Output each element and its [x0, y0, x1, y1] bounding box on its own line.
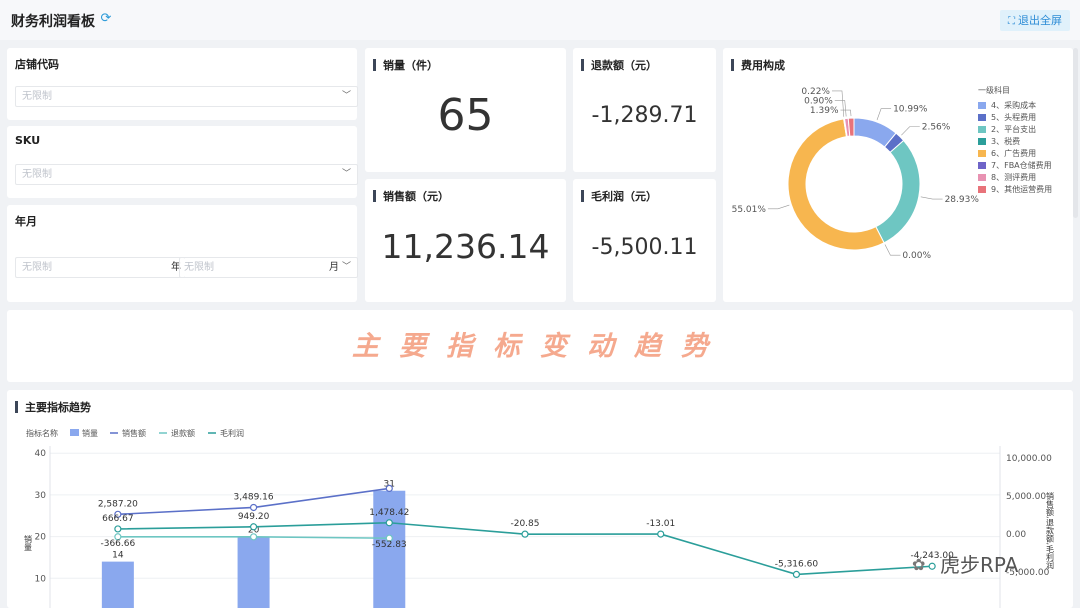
legend-label: 6、广告费用	[991, 149, 1037, 158]
sku-select[interactable]: 无限制 ﹀	[15, 164, 358, 185]
year-select[interactable]: 无限制 年	[15, 257, 185, 278]
kpi-gross-profit-value: -5,500.11	[591, 235, 698, 260]
chevron-down-icon: ﹀	[341, 169, 351, 179]
sku-select-placeholder: 无限制	[22, 169, 52, 180]
cost-legend-item[interactable]: 8、测评费用	[978, 172, 1036, 183]
legend-swatch	[978, 162, 986, 169]
yearmonth-filter-card: 年月 无限制 年 无限制 月 ﹀	[7, 205, 358, 302]
legend-label: 3、税费	[991, 137, 1021, 146]
chevron-down-icon: ﹀	[341, 262, 351, 272]
cost-legend-item[interactable]: 7、FBA仓储费用	[978, 160, 1052, 171]
trend-chart-title: 主要指标趋势	[15, 399, 91, 415]
legend-label: 5、头程费用	[991, 113, 1037, 122]
donut-label: 0.00%	[902, 251, 931, 261]
kpi-sales-qty-label: 销量（件）	[383, 59, 438, 72]
page-title: 财务利润看板	[11, 14, 95, 30]
kpi-gross-profit-title: 毛利润（元）	[581, 188, 657, 204]
donut-label: 0.90%	[804, 97, 833, 107]
legend-swatch	[978, 138, 986, 145]
donut-slice	[875, 139, 921, 244]
exit-fullscreen-label: 退出全屏	[1018, 14, 1062, 27]
kpi-sales-amt-label: 销售额（元）	[383, 190, 449, 203]
legend-label: 9、其他运营费用	[991, 185, 1053, 194]
donut-label: 1.39%	[810, 106, 839, 116]
chevron-down-icon: ﹀	[341, 91, 351, 101]
donut-label: 0.22%	[801, 87, 830, 97]
legend-label: 8、测评费用	[991, 173, 1037, 182]
yearmonth-filter-label: 年月	[15, 215, 37, 228]
kpi-refund-card: 退款额（元） -1,289.71	[573, 48, 716, 172]
sku-filter-card: SKU 无限制 ﹀	[7, 126, 358, 198]
trend-banner-text: 主要指标变动趋势	[352, 331, 728, 362]
sku-filter-label: SKU	[15, 134, 41, 147]
kpi-sales-qty-value: 65	[437, 90, 494, 141]
month-placeholder: 无限制	[184, 262, 214, 273]
donut-label-line	[767, 204, 790, 210]
kpi-refund-value: -1,289.71	[591, 103, 698, 128]
legend-swatch	[978, 150, 986, 157]
cost-legend-item[interactable]: 2、平台支出	[978, 124, 1036, 135]
legend-swatch	[978, 186, 986, 193]
store-select-placeholder: 无限制	[22, 91, 52, 102]
cost-composition-card: 费用构成 10.99% 2.56% 28.93% 0.00% 55.01% 0.22% 0.…	[723, 48, 1073, 302]
cost-donut-chart: 10.99% 2.56% 28.93% 0.00% 55.01% 0.22%0.90%1.…	[732, 87, 980, 261]
month-unit: 月	[329, 262, 339, 273]
donut-label: 55.01%	[732, 205, 767, 215]
donut-label-line	[876, 108, 892, 121]
trend-chart-card: 主要指标趋势	[7, 390, 1073, 608]
store-filter-card: 店铺代码 无限制 ﹀	[7, 48, 358, 120]
kpi-refund-title: 退款额（元）	[581, 57, 657, 73]
cost-legend-item[interactable]: 5、头程费用	[978, 112, 1036, 123]
legend-swatch	[978, 174, 986, 181]
kpi-sales-qty-card: 销量（件） 65	[365, 48, 566, 172]
scrollbar[interactable]	[1073, 48, 1078, 218]
kpi-sales-amt-title: 销售额（元）	[373, 188, 449, 204]
month-select[interactable]: 无限制 月 ﹀	[179, 257, 358, 278]
top-bar: 财务利润看板 ⟳ ⛶ 退出全屏	[0, 0, 1080, 40]
donut-label-line	[901, 126, 920, 136]
kpi-gross-profit-label: 毛利润（元）	[591, 190, 657, 203]
kpi-sales-amt-card: 销售额（元） 11,236.14	[365, 179, 566, 302]
cost-legend-item[interactable]: 3、税费	[978, 136, 1020, 147]
exit-fullscreen-button[interactable]: ⛶ 退出全屏	[1000, 10, 1070, 31]
cost-legend-title: 一级科目	[978, 86, 1010, 95]
cost-legend-item[interactable]: 4、采购成本	[978, 100, 1036, 111]
legend-swatch	[978, 126, 986, 133]
donut-label: 2.56%	[922, 123, 951, 133]
cost-legend-item[interactable]: 6、广告费用	[978, 148, 1036, 159]
store-select[interactable]: 无限制 ﹀	[15, 86, 358, 107]
legend-label: 7、FBA仓储费用	[991, 161, 1052, 170]
exit-fullscreen-icon: ⛶	[1008, 16, 1015, 27]
trend-banner: 主要指标变动趋势	[7, 310, 1073, 382]
store-filter-label: 店铺代码	[15, 58, 59, 71]
legend-label: 2、平台支出	[991, 125, 1037, 134]
donut-label-line	[920, 196, 943, 200]
kpi-sales-qty-title: 销量（件）	[373, 57, 438, 73]
donut-label-line	[884, 244, 901, 256]
kpi-sales-amt-value: 11,236.14	[381, 227, 550, 266]
cost-legend-item[interactable]: 9、其他运营费用	[978, 184, 1052, 195]
legend-swatch	[978, 102, 986, 109]
legend-swatch	[978, 114, 986, 121]
refresh-icon[interactable]: ⟳	[98, 11, 114, 27]
donut-label: 10.99%	[893, 105, 928, 115]
donut-slice	[847, 117, 855, 137]
legend-label: 4、采购成本	[991, 101, 1037, 110]
donut-label: 28.93%	[945, 195, 980, 205]
kpi-refund-label: 退款额（元）	[591, 59, 657, 72]
trend-chart-label: 主要指标趋势	[25, 401, 91, 414]
kpi-gross-profit-card: 毛利润（元） -5,500.11	[573, 179, 716, 302]
year-placeholder: 无限制	[22, 262, 52, 273]
